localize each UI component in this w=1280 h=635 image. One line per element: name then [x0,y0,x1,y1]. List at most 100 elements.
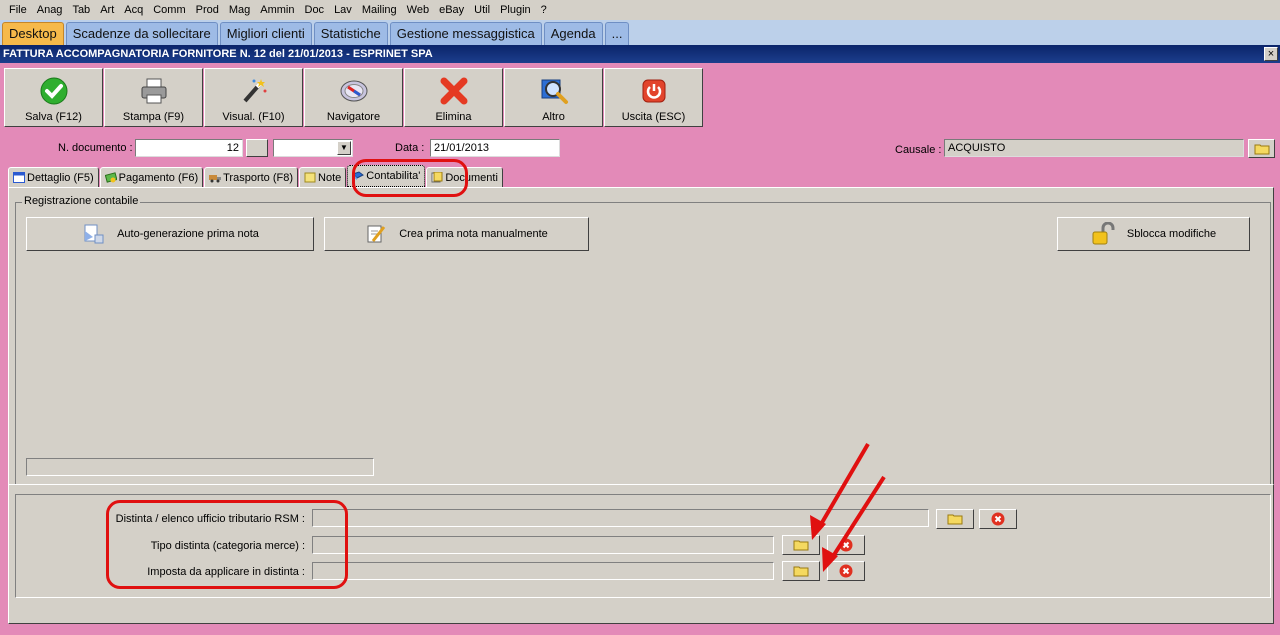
tab-pagamento[interactable]: Pagamento (F6) [99,167,204,187]
menu-acq[interactable]: Acq [119,0,148,20]
tab-trasporto[interactable]: Trasporto (F8) [204,167,299,187]
more-button[interactable]: Altro [504,68,603,127]
manual-entry-label: Crea prima nota manualmente [399,228,548,240]
folder-icon [1254,144,1269,154]
print-label: Stampa (F9) [122,111,185,123]
menu-help[interactable]: ? [536,0,552,20]
causale-label: Causale : [895,144,942,156]
tab-dettaglio-label: Dettaglio (F5) [27,171,94,184]
chevron-down-icon[interactable]: ▼ [337,141,351,155]
app-tabs: Desktop Scadenze da sollecitare Migliori… [0,20,1280,45]
tipo-distinta-browse-button[interactable] [782,535,820,555]
menu-ammin[interactable]: Ammin [255,0,299,20]
save-label: Salva (F12) [25,111,82,123]
progress-bar [26,458,374,476]
menu-doc[interactable]: Doc [300,0,330,20]
ndoc-input[interactable]: 12 [135,139,243,157]
window-title: FATTURA ACCOMPAGNATORIA FORNITORE N. 12 … [3,48,433,60]
menu-tab[interactable]: Tab [67,0,95,20]
menu-plugin[interactable]: Plugin [495,0,536,20]
imposta-distinta-browse-button[interactable] [782,561,820,581]
delete-label: Elimina [435,111,472,123]
menu-util[interactable]: Util [469,0,495,20]
navigator-button[interactable]: Navigatore [304,68,403,127]
delete-x-icon [439,76,469,106]
exit-button[interactable]: Uscita (ESC) [604,68,703,127]
app-tab-scadenze[interactable]: Scadenze da sollecitare [65,22,218,45]
document-gear-icon [84,224,104,244]
imposta-distinta-clear-button[interactable] [827,561,865,581]
date-input[interactable]: 21/01/2013 [430,139,560,157]
tipo-distinta-clear-button[interactable] [827,535,865,555]
app-tab-agenda[interactable]: Agenda [543,22,603,45]
menu-prod[interactable]: Prod [191,0,224,20]
toolbar: Salva (F12) Stampa (F9) Visual. (F10) Na… [4,68,703,127]
app-tab-messaggistica[interactable]: Gestione messaggistica [389,22,542,45]
ndoc-label: N. documento : [58,142,133,154]
tipo-distinta-field [312,536,774,554]
menu-ebay[interactable]: eBay [434,0,469,20]
folder-icon [947,514,963,525]
power-icon [639,76,669,106]
menu-mag[interactable]: Mag [224,0,255,20]
ndoc-suffix-button[interactable] [246,139,268,157]
manual-entry-button[interactable]: Crea prima nota manualmente [324,217,589,251]
folder-icon [793,540,809,551]
unlock-button[interactable]: Sblocca modifiche [1057,217,1250,251]
auto-generate-button[interactable]: Auto-generazione prima nota [26,217,314,251]
more-label: Altro [542,111,565,123]
truck-icon [209,175,222,183]
window-close-button[interactable]: × [1264,47,1278,61]
app-tab-migliori-clienti[interactable]: Migliori clienti [219,22,312,45]
app-tab-statistiche[interactable]: Statistiche [313,22,388,45]
menu-art[interactable]: Art [95,0,119,20]
check-icon [39,76,69,106]
exit-label: Uscita (ESC) [621,111,686,123]
preview-label: Visual. (F10) [222,111,285,123]
money-icon [104,172,117,183]
magnifier-icon [539,76,569,106]
menu-file[interactable]: File [4,0,32,20]
window-title-bar: FATTURA ACCOMPAGNATORIA FORNITORE N. 12 … [0,45,1280,63]
imposta-distinta-field [312,562,774,580]
menu-mailing[interactable]: Mailing [357,0,402,20]
printer-icon [139,76,169,106]
registrazione-label: Registrazione contabile [22,195,141,207]
padlock-open-icon [1092,222,1115,245]
save-button[interactable]: Salva (F12) [4,68,103,127]
distinta-field [312,509,929,527]
date-label: Data : [395,142,425,154]
tab-dettaglio[interactable]: Dettaglio (F5) [8,167,99,187]
menu-bar: File Anag Tab Art Acq Comm Prod Mag Ammi… [0,0,1280,20]
clear-icon [839,564,853,578]
tab-note-label: Note [318,171,342,184]
tab-note[interactable]: Note [299,167,347,187]
print-button[interactable]: Stampa (F9) [104,68,203,127]
tab-trasporto-label: Trasporto (F8) [223,171,294,184]
menu-web[interactable]: Web [402,0,434,20]
ndoc-series-select[interactable]: ▼ [273,139,353,157]
edit-document-icon [367,225,386,243]
compass-icon [339,76,369,106]
menu-comm[interactable]: Comm [148,0,190,20]
auto-generate-label: Auto-generazione prima nota [117,228,259,240]
distinta-browse-button[interactable] [936,509,974,529]
annotation-oval-tab [352,159,468,197]
app-tab-desktop[interactable]: Desktop [2,22,64,45]
app-tab-more[interactable]: ... [604,22,630,45]
unlock-label: Sblocca modifiche [1126,228,1217,240]
causale-field: ACQUISTO [944,139,1244,157]
distinta-clear-button[interactable] [979,509,1017,529]
tab-pagamento-label: Pagamento (F6) [118,171,199,184]
annotation-oval-labels [106,500,348,589]
causale-browse-button[interactable] [1248,139,1275,158]
clear-icon [991,512,1005,526]
note-icon [304,172,316,183]
clear-icon [839,538,853,552]
menu-anag[interactable]: Anag [32,0,68,20]
preview-button[interactable]: Visual. (F10) [204,68,303,127]
calendar-icon [13,172,25,183]
menu-lav[interactable]: Lav [329,0,357,20]
delete-button[interactable]: Elimina [404,68,503,127]
navigator-label: Navigatore [326,111,381,123]
